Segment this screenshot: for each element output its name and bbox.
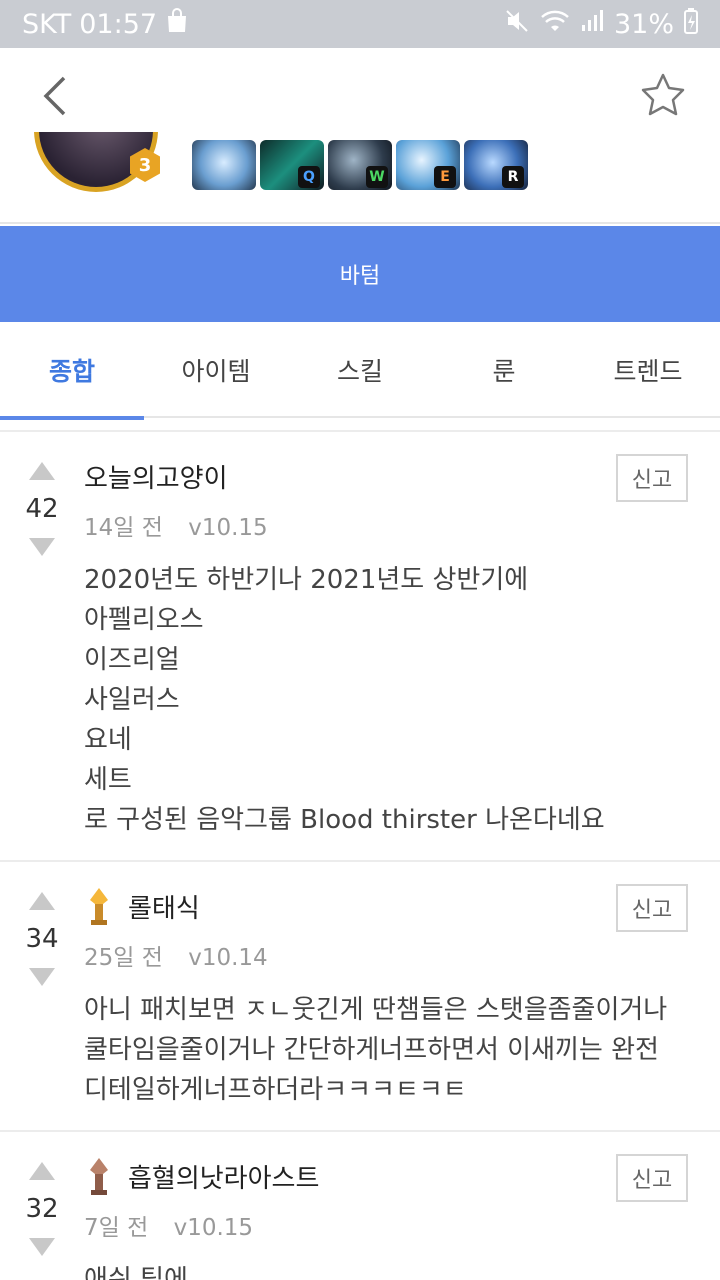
report-button[interactable]: 신고: [616, 884, 688, 932]
downvote-arrow-icon[interactable]: [29, 1238, 55, 1256]
vote-control: 34: [20, 892, 64, 986]
comment-item: 42 오늘의고양이 14일 전 v10.15 2020년도 하반기나 2021년…: [0, 432, 720, 862]
comment-line: 애쉬 팁에: [84, 1265, 188, 1280]
comment-author[interactable]: 흡혈의낫라아스트: [128, 1158, 319, 1195]
tab-label: 룬: [492, 357, 516, 386]
tab-label: 스킬: [336, 357, 383, 386]
app-header: [0, 48, 720, 144]
report-button[interactable]: 신고: [616, 454, 688, 502]
comment-line: 사일러스: [84, 685, 180, 715]
gold-tier-icon: [84, 886, 114, 926]
comment-line: 세트: [84, 765, 132, 795]
tab-overview[interactable]: 종합: [0, 322, 144, 420]
role-label: 바텀: [339, 264, 381, 289]
vote-count: 32: [25, 1194, 59, 1224]
comment-version: v10.15: [188, 515, 268, 541]
tab-runes[interactable]: 룬: [432, 322, 576, 418]
comment-content: 아니 패치보면 ㅈㄴ웃긴게 딴챔들은 스탯을좀줄이거나 쿨타임을줄이거나 간단하…: [84, 990, 690, 1110]
upvote-arrow-icon[interactable]: [29, 892, 55, 910]
tab-trends[interactable]: 트렌드: [576, 322, 720, 418]
star-outline-icon: [641, 73, 685, 116]
comment-line: 아니 패치보면 ㅈㄴ웃긴게 딴챔들은 스탯을좀줄이거나: [84, 995, 668, 1025]
downvote-arrow-icon[interactable]: [29, 538, 55, 556]
comment-date: 7일 전: [84, 1215, 149, 1241]
tab-label: 트렌드: [613, 357, 683, 386]
comment-line: 아펠리오스: [84, 605, 204, 635]
upvote-arrow-icon[interactable]: [29, 1162, 55, 1180]
skill-e-icon[interactable]: E: [396, 140, 460, 190]
shopping-bag-icon: [165, 7, 189, 41]
downvote-arrow-icon[interactable]: [29, 968, 55, 986]
battery-percent: 31%: [613, 8, 674, 40]
favorite-button[interactable]: [640, 72, 688, 116]
comment-line: 2020년도 하반기나 2021년도 상반기에: [84, 565, 529, 595]
comment-item: 32 흡혈의낫라아스트 7일 전 v10.15 애쉬 팁에 신고: [0, 1132, 720, 1280]
skill-r-icon[interactable]: R: [464, 140, 528, 190]
comment-line: 쿨타임을줄이거나 간단하게너프하면서 이새끼는 완전: [84, 1035, 659, 1065]
vote-control: 32: [20, 1162, 64, 1256]
status-bar: SKT 01:57 31%: [0, 0, 720, 48]
tab-label: 아이템: [181, 357, 251, 386]
wifi-icon: [540, 9, 570, 40]
vote-control: 42: [20, 462, 64, 556]
skill-passive-icon[interactable]: [192, 140, 256, 190]
comment-line: 로 구성된 음악그룹 Blood thirster 나온다네요: [84, 805, 605, 835]
comment-line: 디테일하게너프하더라ㅋㅋㅋㅌㅋㅌ: [84, 1075, 467, 1105]
tab-bar: 종합 아이템 스킬 룬 트렌드: [0, 322, 720, 420]
chevron-left-icon: [43, 76, 66, 116]
vote-count: 42: [25, 494, 59, 524]
role-banner[interactable]: 바텀: [0, 226, 720, 322]
comment-meta: 14일 전 v10.15: [84, 508, 690, 542]
tab-skills[interactable]: 스킬: [288, 322, 432, 418]
bronze-tier-icon: [84, 1156, 114, 1196]
skill-w-icon[interactable]: W: [328, 140, 392, 190]
comment-version: v10.14: [188, 945, 268, 971]
mute-icon: [504, 8, 530, 41]
comment-date: 14일 전: [84, 515, 163, 541]
comment-list: 42 오늘의고양이 14일 전 v10.15 2020년도 하반기나 2021년…: [0, 430, 720, 1280]
skill-q-icon[interactable]: Q: [260, 140, 324, 190]
battery-charging-icon: [684, 7, 698, 41]
comment-line: 이즈리얼: [84, 645, 180, 675]
carrier-label: SKT: [22, 8, 72, 40]
comment-date: 25일 전: [84, 945, 163, 971]
tab-label: 종합: [48, 357, 95, 386]
signal-icon: [580, 9, 604, 40]
back-button[interactable]: [36, 74, 76, 118]
report-button[interactable]: 신고: [616, 1154, 688, 1202]
comment-content: 2020년도 하반기나 2021년도 상반기에 아펠리오스 이즈리얼 사일러스 …: [84, 560, 690, 840]
vote-count: 34: [25, 924, 59, 954]
upvote-arrow-icon[interactable]: [29, 462, 55, 480]
champion-strip: 3 Q W E R: [0, 132, 720, 224]
clock: 01:57: [79, 8, 158, 40]
comment-version: v10.15: [173, 1215, 254, 1241]
comment-author[interactable]: 롤태식: [128, 888, 200, 925]
comment-content: 애쉬 팁에: [84, 1260, 690, 1280]
comment-meta: 7일 전 v10.15: [84, 1208, 690, 1242]
comment-item: 34 롤태식 25일 전 v10.14 아니 패치보면 ㅈㄴ웃긴게 딴챔들은 스…: [0, 862, 720, 1132]
comment-author[interactable]: 오늘의고양이: [84, 458, 228, 495]
comment-meta: 25일 전 v10.14: [84, 938, 690, 972]
comment-line: 요네: [84, 725, 132, 755]
tab-items[interactable]: 아이템: [144, 322, 288, 418]
